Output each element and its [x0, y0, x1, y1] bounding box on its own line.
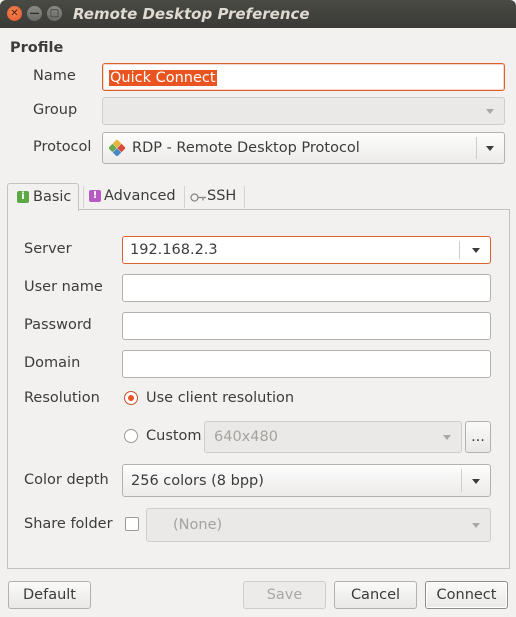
server-combo-entry[interactable]: 192.168.2.3	[122, 236, 491, 264]
chevron-down-icon	[472, 248, 480, 253]
warning-icon: !	[89, 190, 101, 202]
server-label: Server	[24, 241, 72, 257]
color-depth-label: Color depth	[24, 472, 109, 488]
username-label: User name	[24, 279, 103, 295]
color-depth-combo[interactable]: 256 colors (8 bpp)	[122, 464, 491, 497]
chevron-down-icon	[486, 109, 494, 114]
custom-resolution-value: 640x480	[214, 429, 278, 445]
custom-resolution-label[interactable]: Custom	[146, 428, 202, 444]
chevron-down-icon	[486, 146, 494, 151]
chevron-down-icon	[443, 435, 451, 440]
chevron-down-icon	[472, 478, 480, 484]
name-label: Name	[33, 68, 76, 84]
window-titlebar[interactable]: ✕ — □ Remote Desktop Preference	[0, 0, 516, 28]
custom-resolution-combo[interactable]: 640x480	[204, 421, 462, 453]
group-label: Group	[33, 102, 78, 118]
client-resolution-label[interactable]: Use client resolution	[146, 390, 294, 406]
server-field-value: 192.168.2.3	[130, 242, 218, 258]
close-window-button[interactable]: ✕	[7, 6, 22, 21]
custom-resolution-radio[interactable]	[124, 429, 138, 443]
name-field-value: Quick Connect	[109, 70, 217, 86]
username-field[interactable]	[122, 274, 491, 302]
default-button[interactable]: Default	[8, 581, 91, 609]
tab-basic-label: Basic	[33, 189, 72, 205]
protocol-combo-value: RDP - Remote Desktop Protocol	[132, 140, 360, 156]
domain-field[interactable]	[122, 350, 491, 378]
name-field[interactable]: Quick Connect	[102, 63, 505, 91]
profile-heading: Profile	[10, 40, 64, 56]
rdp-protocol-icon	[108, 139, 126, 157]
custom-resolution-more-button[interactable]: ...	[465, 421, 491, 453]
save-button[interactable]: Save	[243, 581, 326, 609]
minimize-window-button[interactable]: —	[27, 6, 42, 21]
protocol-combo[interactable]: RDP - Remote Desktop Protocol	[102, 132, 505, 164]
connect-button[interactable]: Connect	[425, 581, 508, 609]
group-combo[interactable]	[102, 97, 505, 125]
info-icon: i	[17, 191, 29, 203]
password-field[interactable]	[122, 312, 491, 340]
window-title: Remote Desktop Preference	[73, 5, 310, 23]
tab-ssh[interactable]: SSH	[185, 183, 245, 210]
client-resolution-radio[interactable]	[124, 391, 138, 405]
share-folder-checkbox[interactable]	[125, 517, 139, 531]
maximize-window-button[interactable]: □	[47, 6, 62, 21]
tab-advanced[interactable]: ! Advanced	[84, 183, 184, 210]
domain-label: Domain	[24, 355, 81, 371]
tab-ssh-label: SSH	[207, 188, 237, 204]
cancel-button[interactable]: Cancel	[334, 581, 417, 609]
protocol-label: Protocol	[33, 139, 92, 155]
key-icon	[190, 191, 207, 202]
chevron-down-icon	[472, 523, 480, 528]
tab-basic[interactable]: i Basic	[7, 183, 79, 211]
resolution-label: Resolution	[24, 390, 100, 406]
share-folder-value: (None)	[173, 517, 223, 533]
share-folder-combo[interactable]: (None)	[146, 508, 491, 542]
password-label: Password	[24, 317, 92, 333]
share-folder-label: Share folder	[24, 516, 113, 532]
tab-advanced-label: Advanced	[104, 188, 176, 204]
color-depth-value: 256 colors (8 bpp)	[131, 473, 264, 489]
